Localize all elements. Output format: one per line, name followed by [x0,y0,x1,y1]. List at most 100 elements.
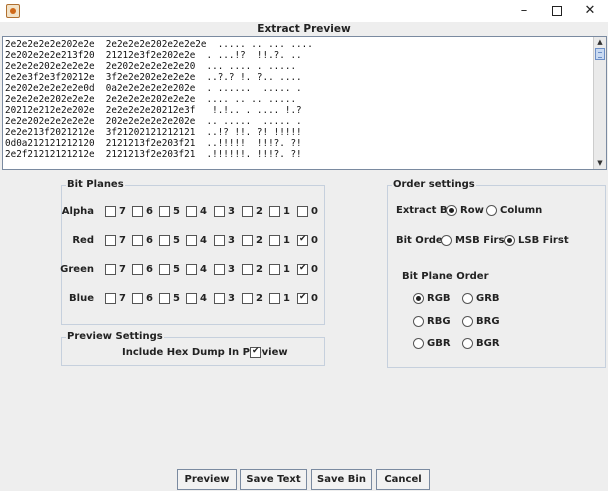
preview-line: 20212e212e2e202e 2e2e2e2e20212e3f !.!.. … [5,105,302,116]
bit-planes-title: Bit Planes [66,179,125,191]
alpha-bit-5-checkbox[interactable] [159,206,170,217]
order-brg-radio[interactable] [462,316,473,327]
extract-by-row-radio[interactable] [446,205,457,216]
blue-bit-3-checkbox[interactable] [214,293,225,304]
alpha-bit-4-checkbox[interactable] [186,206,197,217]
bit-label: 5 [173,264,180,275]
bit-plane-row-alpha: Alpha 7 6 5 4 3 2 1 0 [62,205,326,219]
red-bit-7-checkbox[interactable] [105,235,116,246]
green-bit-1-checkbox[interactable] [269,264,280,275]
alpha-bit-3-checkbox[interactable] [214,206,225,217]
lsb-first-radio[interactable] [504,235,515,246]
preview-line: 2e2e3f2e3f20212e 3f2e2e202e2e2e2e ..?.? … [5,72,302,83]
preview-line: 2e202e2e2e2e2e0d 0a2e2e2e2e2e202e . ....… [5,83,302,94]
preview-line: 2e2e2e2e2e202e2e 2e2e2e2e202e2e2e2e ....… [5,39,313,50]
bit-label: 7 [119,206,126,217]
preview-line: 0d0a212121212120 2121213f2e203f21 ..!!!!… [5,138,302,149]
order-bgr-radio[interactable] [462,338,473,349]
bit-label: 5 [173,206,180,217]
alpha-bit-1-checkbox[interactable] [269,206,280,217]
blue-bit-0-checkbox[interactable] [297,292,308,304]
msb-first-radio[interactable] [441,235,452,246]
bit-label: 4 [200,235,207,246]
red-bit-3-checkbox[interactable] [214,235,225,246]
order-gbr-radio[interactable] [413,338,424,349]
preview-line: 2e2e213f2021212e 3f21202121212121 ..!? !… [5,127,302,138]
extract-by-column-radio[interactable] [486,205,497,216]
order-gbr-label[interactable]: GBR [427,337,451,350]
order-bgr-label[interactable]: BGR [476,337,500,350]
order-brg-label[interactable]: BRG [476,315,500,328]
blue-bit-5-checkbox[interactable] [159,293,170,304]
bit-label: 7 [119,235,126,246]
bit-label: 0 [311,293,318,304]
order-rgb-radio[interactable] [413,293,424,304]
green-bit-4-checkbox[interactable] [186,264,197,275]
bit-label: 1 [283,235,290,246]
order-rbg-label[interactable]: RBG [427,315,451,328]
lsb-first-label[interactable]: LSB First [518,234,569,247]
bit-label: 3 [228,235,235,246]
vertical-scrollbar[interactable]: ▲ ▼ [593,37,606,169]
red-bit-4-checkbox[interactable] [186,235,197,246]
bit-label: 3 [228,206,235,217]
order-rbg-radio[interactable] [413,316,424,327]
blue-bit-2-checkbox[interactable] [242,293,253,304]
cancel-button[interactable]: Cancel [376,469,430,490]
save-bin-button[interactable]: Save Bin [311,469,372,490]
alpha-bit-6-checkbox[interactable] [132,206,143,217]
red-bit-2-checkbox[interactable] [242,235,253,246]
red-bit-0-checkbox[interactable] [297,234,308,246]
bit-label: 2 [256,206,263,217]
preview-content: 2e2e2e2e2e202e2e 2e2e2e2e202e2e2e2e ....… [5,39,595,160]
bit-label: 3 [228,293,235,304]
blue-bit-1-checkbox[interactable] [269,293,280,304]
order-grb-radio[interactable] [462,293,473,304]
maximize-button[interactable] [543,2,571,20]
alpha-bit-0-checkbox[interactable] [297,206,308,217]
minimize-button[interactable]: – [510,2,538,20]
blue-bit-7-checkbox[interactable] [105,293,116,304]
green-bit-0-checkbox[interactable] [297,263,308,275]
alpha-bit-7-checkbox[interactable] [105,206,116,217]
msb-first-label[interactable]: MSB First [455,234,509,247]
bit-label: 5 [173,293,180,304]
bit-plane-row-blue: Blue 7 6 5 4 3 2 1 0 [62,292,326,306]
scrollbar-thumb[interactable] [595,48,605,60]
bit-plane-row-label: Red [72,235,94,246]
bit-order-label: Bit Order [396,235,448,246]
bit-plane-order-label: Bit Plane Order [402,271,489,282]
extract-by-column-label[interactable]: Column [500,204,542,217]
close-button[interactable]: ✕ [576,2,604,20]
red-bit-1-checkbox[interactable] [269,235,280,246]
bit-label: 6 [146,235,153,246]
preview-button[interactable]: Preview [177,469,237,490]
bit-plane-row-green: Green 7 6 5 4 3 2 1 0 [60,263,326,277]
order-rgb-label[interactable]: RGB [427,292,451,305]
green-bit-6-checkbox[interactable] [132,264,143,275]
bit-label: 6 [146,264,153,275]
blue-bit-4-checkbox[interactable] [186,293,197,304]
bit-plane-row-label: Green [60,264,94,275]
scroll-up-arrow-icon[interactable]: ▲ [594,37,606,48]
bit-planes-group: Bit Planes Alpha76543210Red76543210Green… [60,179,326,325]
order-grb-label[interactable]: GRB [476,292,500,305]
bit-label: 2 [256,235,263,246]
extract-by-row-label[interactable]: Row [460,204,484,217]
save-text-button[interactable]: Save Text [240,469,307,490]
green-bit-5-checkbox[interactable] [159,264,170,275]
green-bit-2-checkbox[interactable] [242,264,253,275]
preview-text-area[interactable]: 2e2e2e2e2e202e2e 2e2e2e2e202e2e2e2e ....… [2,36,607,170]
blue-bit-6-checkbox[interactable] [132,293,143,304]
maximize-icon [552,5,562,16]
green-bit-3-checkbox[interactable] [214,264,225,275]
order-settings-group: Order settings Extract By Row Column Bit… [387,179,606,368]
green-bit-7-checkbox[interactable] [105,264,116,275]
bit-label: 1 [283,293,290,304]
bit-label: 6 [146,293,153,304]
red-bit-6-checkbox[interactable] [132,235,143,246]
alpha-bit-2-checkbox[interactable] [242,206,253,217]
hex-dump-checkbox[interactable] [250,346,261,358]
scroll-down-arrow-icon[interactable]: ▼ [594,158,606,169]
red-bit-5-checkbox[interactable] [159,235,170,246]
